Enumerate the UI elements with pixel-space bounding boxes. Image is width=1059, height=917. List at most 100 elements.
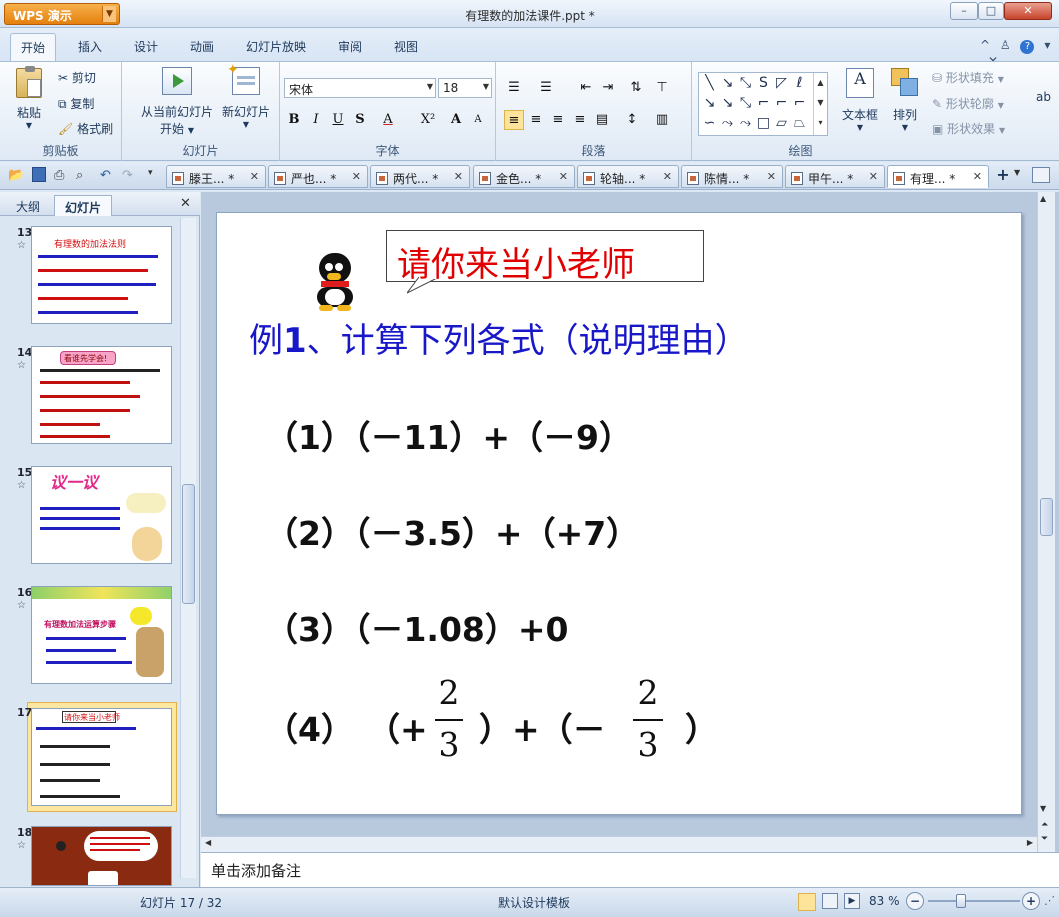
decrease-indent-icon[interactable]: ⇤ — [576, 78, 596, 98]
redo-icon[interactable]: ↷ — [122, 168, 133, 183]
curve-shape-icon[interactable]: S — [755, 75, 772, 92]
app-menu-button[interactable]: WPS 演示 ▼ — [4, 3, 120, 25]
curved-arrow-icon[interactable]: ⤳ — [719, 115, 736, 132]
increase-indent-icon[interactable]: ⇥ — [598, 78, 618, 98]
zoom-out-icon[interactable]: − — [906, 892, 924, 910]
elbow-double-arrow-icon[interactable]: ⤡ — [737, 95, 754, 112]
double-arrow-shape-icon[interactable]: ⤡ — [737, 75, 754, 92]
slide-canvas[interactable]: 请你来当小老师 例1、计算下列各式（说明理由） （1）（－11）+（－9） （2… — [216, 212, 1022, 815]
prev-slide-icon[interactable]: ⏶ — [1041, 820, 1048, 830]
save-icon[interactable] — [32, 167, 46, 182]
doc-tab-3[interactable]: 两代... * ✕ — [370, 165, 470, 188]
align-right-icon[interactable]: ≡ — [548, 110, 568, 130]
zoom-level[interactable]: 83 % — [869, 894, 900, 908]
scroll-left-icon[interactable]: ◀ — [205, 838, 211, 847]
doc-tab-2[interactable]: 严也... * ✕ — [268, 165, 368, 188]
arrange-button[interactable]: 排列 ▼ — [888, 68, 922, 132]
paste-button[interactable]: 粘贴 ▼ — [8, 66, 50, 130]
close-tab-icon[interactable]: ✕ — [250, 170, 259, 183]
distribute-icon[interactable]: ▤ — [592, 110, 612, 130]
scribble-shape-icon[interactable]: ℓ — [791, 75, 808, 92]
numbering-icon[interactable]: ☰ — [536, 78, 556, 98]
scroll-up-icon[interactable]: ▲ — [1040, 194, 1046, 203]
next-slide-icon[interactable]: ⏷ — [1041, 834, 1048, 844]
chevron-down-icon[interactable]: ▼ — [102, 6, 116, 22]
scroll-down-icon[interactable]: ▼ — [1040, 804, 1046, 813]
undo-icon[interactable]: ↶ — [100, 168, 111, 183]
slide-heading[interactable]: 例1、计算下列各式（说明理由） — [249, 313, 749, 362]
textbox-dropdown-icon[interactable]: ▼ — [838, 123, 882, 132]
new-slide-dropdown-icon[interactable]: ▼ — [218, 120, 274, 129]
align-left-icon[interactable]: ≡ — [504, 110, 524, 130]
slideshow-view-icon[interactable]: ▶ — [844, 893, 860, 909]
slide-thumbnail-15[interactable]: 议一议 — [31, 466, 172, 564]
tab-design[interactable]: 设计 — [124, 38, 168, 55]
panel-scrollbar[interactable] — [180, 218, 196, 878]
play-from-current-button[interactable]: 从当前幻灯片 开始 ▼ — [128, 67, 226, 137]
close-tab-icon[interactable]: ✕ — [663, 170, 672, 183]
columns-icon[interactable]: ▥ — [652, 110, 672, 130]
slide-thumbnail-14[interactable]: 看谁先学会! — [31, 346, 172, 444]
bullets-icon[interactable]: ☰ — [504, 78, 524, 98]
scroll-right-icon[interactable]: ▶ — [1027, 838, 1033, 847]
print-icon[interactable]: ⎙ — [54, 168, 64, 183]
bold-button[interactable]: B — [284, 110, 304, 130]
underline-button[interactable]: U — [328, 110, 348, 130]
line-shape-icon[interactable]: ╲ — [701, 75, 718, 92]
elbow-connector-icon[interactable]: ↘ — [701, 95, 718, 112]
close-tab-icon[interactable]: ✕ — [869, 170, 878, 183]
curved-connector-icon[interactable]: ∽ — [701, 115, 718, 132]
help-icon[interactable]: ? — [1020, 40, 1035, 54]
curved-double-icon[interactable]: ⤳ — [737, 115, 754, 132]
doc-tab-1[interactable]: 滕王... * ✕ — [166, 165, 266, 188]
tab-animation[interactable]: 动画 — [180, 38, 224, 55]
panel-scroll-thumb[interactable] — [182, 484, 195, 604]
paste-dropdown-icon[interactable]: ▼ — [8, 121, 50, 130]
rectangle-shape-icon[interactable]: □ — [755, 115, 772, 132]
close-tab-icon[interactable]: ✕ — [454, 170, 463, 183]
exercise-item-2[interactable]: （2）（－3.5）+（+7） — [265, 507, 639, 555]
font-name-select[interactable]: 宋体 ▼ — [284, 78, 436, 98]
tab-view[interactable]: 视图 — [384, 38, 428, 55]
new-slide-button[interactable]: ✦ 新幻灯片 ▼ — [218, 62, 274, 129]
parallelogram-shape-icon[interactable]: ▱ — [773, 115, 790, 132]
font-color-button[interactable]: A — [378, 110, 398, 130]
textbox-button[interactable]: A 文本框 ▼ — [838, 68, 882, 132]
connector-double-icon[interactable]: ⌐ — [791, 95, 808, 112]
font-size-select[interactable]: 18 ▼ — [438, 78, 492, 98]
tab-list-icon[interactable]: ▼ — [1014, 168, 1020, 177]
close-tab-icon[interactable]: ✕ — [767, 170, 776, 183]
more-ribbon-icon[interactable]: ab — [1036, 90, 1051, 104]
close-tab-icon[interactable]: ✕ — [973, 170, 982, 183]
minimize-button[interactable]: – — [950, 2, 978, 20]
doc-tab-7[interactable]: 甲午... * ✕ — [785, 165, 885, 188]
tab-slideshow[interactable]: 幻灯片放映 — [236, 38, 316, 55]
zoom-in-icon[interactable]: + — [1022, 892, 1040, 910]
tab-home[interactable]: 开始 — [10, 33, 57, 62]
close-panel-icon[interactable]: ✕ — [180, 196, 191, 211]
customize-toolbar-icon[interactable]: ▾ — [148, 168, 153, 178]
close-tab-icon[interactable]: ✕ — [559, 170, 568, 183]
superscript-button[interactable]: X² — [418, 110, 438, 130]
design-template[interactable]: 默认设计模板 — [498, 894, 570, 911]
tab-slides[interactable]: 幻灯片 — [54, 195, 113, 216]
trapezoid-shape-icon[interactable]: ⏢ — [791, 115, 808, 132]
slide-sorter-icon[interactable] — [822, 893, 838, 909]
arrow-shape-icon[interactable]: ↘ — [719, 75, 736, 92]
tab-insert[interactable]: 插入 — [68, 38, 112, 55]
gallery-scroll[interactable]: ▲ ▼ ▾ — [813, 73, 827, 135]
shapes-gallery[interactable]: ╲ ↘ ⤡ S ◸ ℓ ↘ ↘ ⤡ ⌐ ⌐ ⌐ ∽ ⤳ ⤳ □ ▱ ⏢ ▲ ▼ ▾ — [698, 72, 828, 136]
zoom-slider-track[interactable] — [928, 900, 1020, 902]
notes-pane[interactable]: 单击添加备注 — [201, 852, 1059, 887]
pin-icon[interactable]: ▾ — [1044, 38, 1050, 52]
close-tab-icon[interactable]: ✕ — [352, 170, 361, 183]
connector-arrow-icon[interactable]: ⌐ — [773, 95, 790, 112]
slide-thumbnail-17[interactable]: 请你来当小老师 — [31, 708, 172, 806]
exercise-item-4-label[interactable]: （4） — [265, 703, 354, 751]
shadow-button[interactable]: S — [350, 110, 370, 130]
slide-thumbnail-18[interactable] — [31, 826, 172, 886]
cut-button[interactable]: ✂ 剪切 — [58, 69, 96, 86]
shape-outline-button[interactable]: ✎ 形状轮廓 ▼ — [932, 95, 1004, 112]
zoom-slider-thumb[interactable] — [956, 894, 966, 908]
editor-scroll-thumb[interactable] — [1040, 498, 1053, 536]
